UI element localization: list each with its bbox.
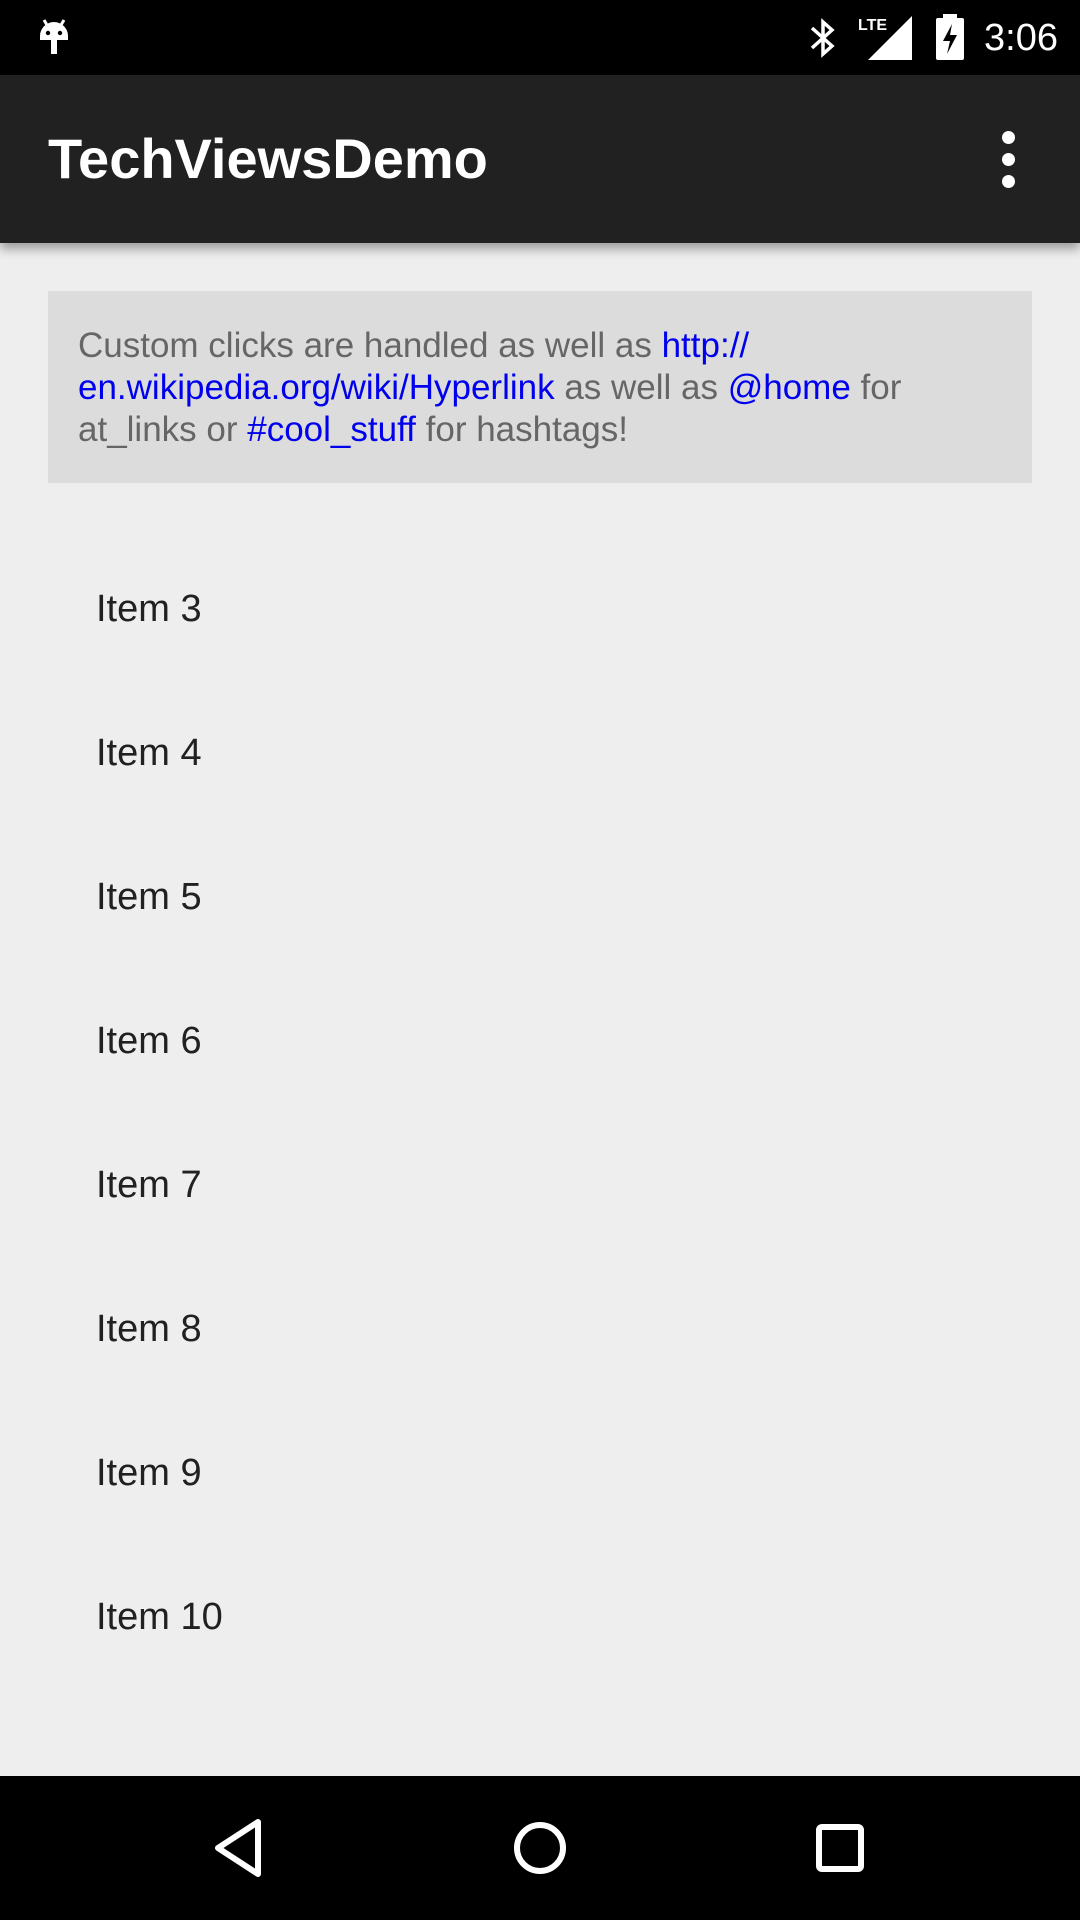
app-title: TechViewsDemo (48, 127, 488, 190)
info-card: Custom clicks are handled as well as htt… (48, 291, 1032, 483)
list-item[interactable]: Item 4 (0, 681, 1080, 825)
list-item[interactable]: Item 10 (0, 1545, 1080, 1689)
svg-text:LTE: LTE (858, 17, 887, 34)
navigation-bar (0, 1776, 1080, 1920)
screen: LTE 3:06 TechViewsDemo Custom clicks are… (0, 0, 1080, 1920)
item-list: Item 3 Item 4 Item 5 Item 6 Item 7 Item … (0, 537, 1080, 1689)
bluetooth-icon (810, 18, 835, 58)
info-text: Custom clicks are handled as well as htt… (78, 325, 1002, 451)
list-item[interactable]: Item 5 (0, 825, 1080, 969)
home-icon[interactable] (504, 1812, 576, 1884)
list-item[interactable]: Item 6 (0, 969, 1080, 1113)
app-bar: TechViewsDemo (0, 75, 1080, 243)
info-text-segment: Custom clicks are handled as well as (78, 326, 662, 365)
android-debug-icon (40, 19, 68, 54)
overflow-menu-button[interactable] (978, 115, 1038, 203)
info-text-segment: as well as (554, 368, 728, 407)
status-bar: LTE 3:06 (0, 0, 1080, 75)
back-icon[interactable] (204, 1812, 276, 1884)
battery-charging-icon (936, 14, 964, 60)
more-vert-icon (1001, 130, 1015, 144)
more-vert-icon (1001, 174, 1015, 188)
list-item[interactable]: Item 3 (0, 537, 1080, 681)
list-item[interactable]: Item 8 (0, 1257, 1080, 1401)
hashtag-link-cool-stuff[interactable]: #cool_stuff (247, 410, 416, 449)
more-vert-icon (1001, 152, 1015, 166)
list-item[interactable]: Item 7 (0, 1113, 1080, 1257)
recents-icon[interactable] (804, 1812, 876, 1884)
lte-signal-icon: LTE (858, 16, 912, 60)
list-item[interactable]: Item 9 (0, 1401, 1080, 1545)
status-time: 3:06 (984, 17, 1058, 59)
info-text-segment: for hashtags! (415, 410, 628, 449)
mention-link-home[interactable]: @home (728, 368, 851, 407)
